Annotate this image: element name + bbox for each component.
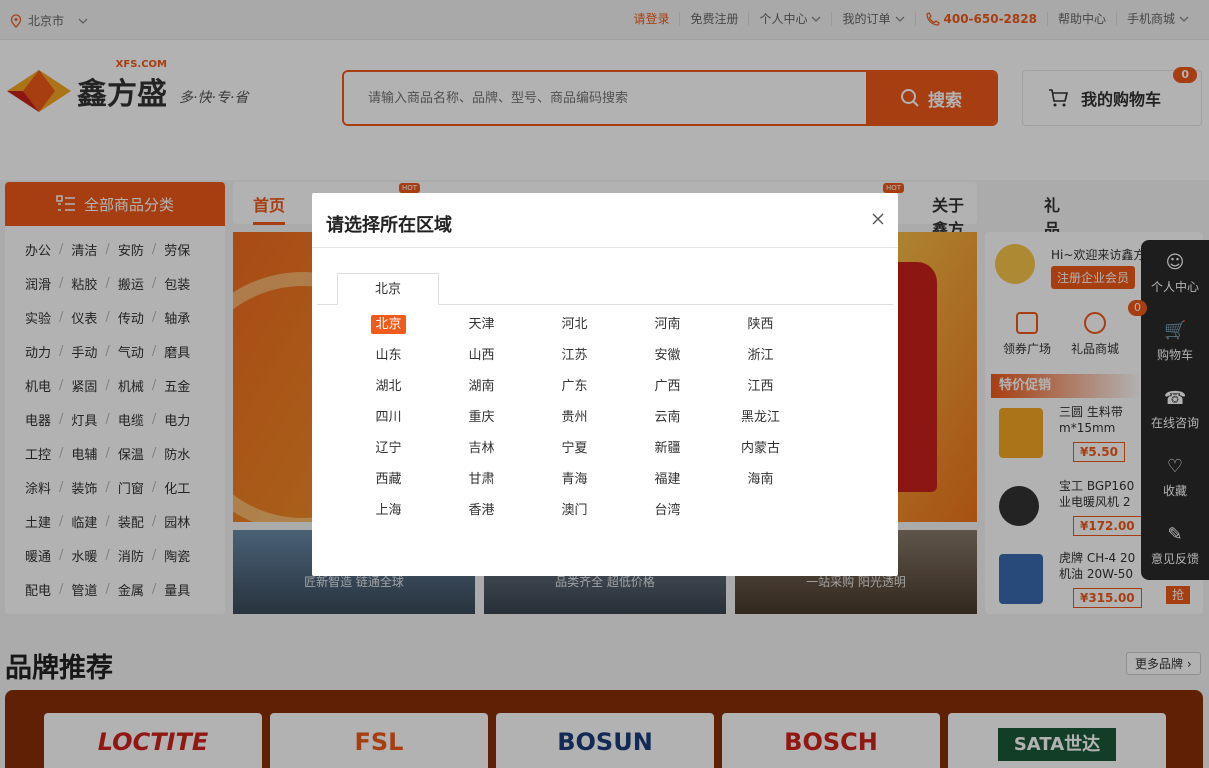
region-label: 海南 xyxy=(747,472,774,487)
region-option[interactable]: 浙江 xyxy=(714,345,807,367)
region-label: 浙江 xyxy=(747,348,774,363)
region-label: 江苏 xyxy=(561,348,588,363)
region-label: 宁夏 xyxy=(561,441,588,456)
region-option[interactable]: 河南 xyxy=(621,314,714,336)
region-option[interactable]: 山西 xyxy=(435,345,528,367)
region-option[interactable]: 上海 xyxy=(342,500,435,522)
region-label: 香港 xyxy=(468,503,495,518)
tab-region[interactable]: 北京 xyxy=(337,273,439,305)
region-label: 北京 xyxy=(371,315,406,334)
region-option[interactable]: 台湾 xyxy=(621,500,714,522)
region-option[interactable]: 黑龙江 xyxy=(714,407,807,429)
region-option[interactable]: 甘肃 xyxy=(435,469,528,491)
dialog-title: 请选择所在区域 xyxy=(326,215,452,236)
region-label: 湖北 xyxy=(375,379,402,394)
region-option[interactable]: 辽宁 xyxy=(342,438,435,460)
region-option[interactable]: 广西 xyxy=(621,376,714,398)
region-label: 江西 xyxy=(747,379,774,394)
region-option[interactable]: 安徽 xyxy=(621,345,714,367)
region-label: 辽宁 xyxy=(375,441,402,456)
region-label: 云南 xyxy=(654,410,681,425)
divider xyxy=(312,247,898,248)
region-label: 上海 xyxy=(375,503,402,518)
region-label: 黑龙江 xyxy=(740,410,780,425)
region-label: 广西 xyxy=(654,379,681,394)
region-option[interactable]: 青海 xyxy=(528,469,621,491)
region-label: 四川 xyxy=(375,410,402,425)
region-option[interactable]: 四川 xyxy=(342,407,435,429)
region-label: 重庆 xyxy=(468,410,495,425)
region-label: 吉林 xyxy=(468,441,495,456)
region-label: 新疆 xyxy=(654,441,681,456)
region-option[interactable]: 福建 xyxy=(621,469,714,491)
region-label: 甘肃 xyxy=(468,472,495,487)
region-option[interactable]: 内蒙古 xyxy=(714,438,807,460)
region-option[interactable]: 江苏 xyxy=(528,345,621,367)
region-option[interactable]: 天津 xyxy=(435,314,528,336)
region-label: 湖南 xyxy=(468,379,495,394)
region-label: 安徽 xyxy=(654,348,681,363)
region-option[interactable]: 吉林 xyxy=(435,438,528,460)
close-icon[interactable] xyxy=(870,211,886,227)
region-option[interactable]: 湖北 xyxy=(342,376,435,398)
region-option[interactable]: 香港 xyxy=(435,500,528,522)
region-label: 山东 xyxy=(375,348,402,363)
region-option[interactable]: 重庆 xyxy=(435,407,528,429)
region-label: 西藏 xyxy=(375,472,402,487)
region-option[interactable]: 广东 xyxy=(528,376,621,398)
region-option[interactable]: 江西 xyxy=(714,376,807,398)
region-option[interactable]: 宁夏 xyxy=(528,438,621,460)
region-option[interactable]: 澳门 xyxy=(528,500,621,522)
region-label: 澳门 xyxy=(561,503,588,518)
region-option[interactable]: 山东 xyxy=(342,345,435,367)
region-label: 贵州 xyxy=(561,410,588,425)
region-option[interactable]: 新疆 xyxy=(621,438,714,460)
region-label: 山西 xyxy=(468,348,495,363)
region-label: 陕西 xyxy=(747,317,774,332)
region-option[interactable]: 云南 xyxy=(621,407,714,429)
region-option[interactable]: 北京 xyxy=(342,314,435,336)
region-label: 河南 xyxy=(654,317,681,332)
region-option[interactable]: 西藏 xyxy=(342,469,435,491)
region-option[interactable]: 海南 xyxy=(714,469,807,491)
region-option[interactable]: 河北 xyxy=(528,314,621,336)
region-label: 广东 xyxy=(561,379,588,394)
region-label: 天津 xyxy=(468,317,495,332)
region-label: 福建 xyxy=(654,472,681,487)
region-select-dialog: 请选择所在区域 北京 北京 天津 河北 河南 陕西 山东 山西 江苏 安徽 浙江 湖北 湖南 广东 广西江… xyxy=(312,193,898,576)
region-option[interactable]: 湖南 xyxy=(435,376,528,398)
region-option[interactable]: 贵州 xyxy=(528,407,621,429)
region-label: 台湾 xyxy=(654,503,681,518)
region-label: 青海 xyxy=(561,472,588,487)
region-label: 内蒙古 xyxy=(740,441,780,456)
region-option[interactable]: 陕西 xyxy=(714,314,807,336)
region-label: 河北 xyxy=(561,317,588,332)
